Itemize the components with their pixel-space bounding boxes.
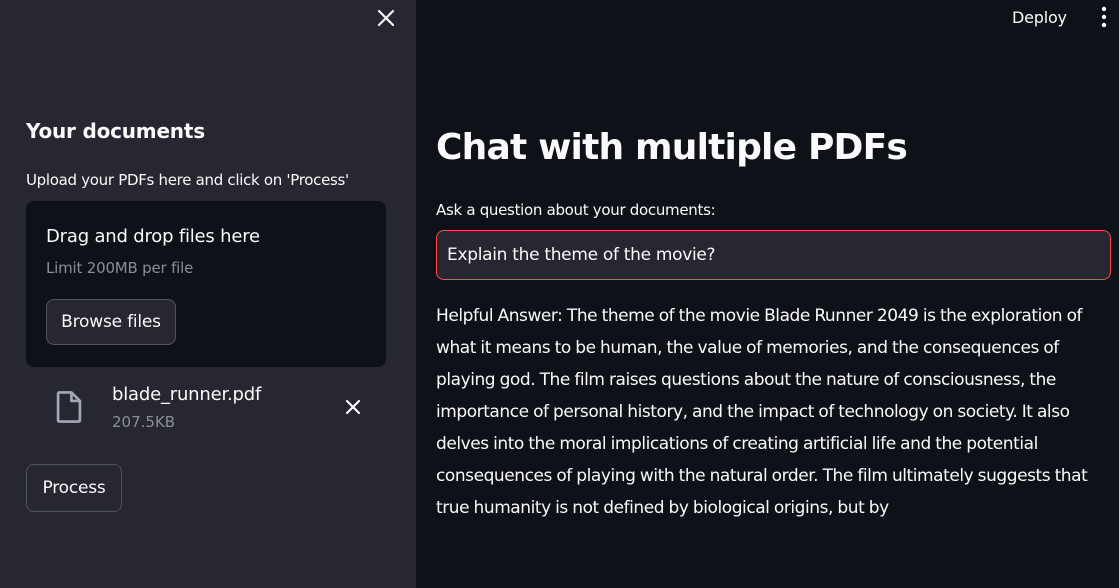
main-menu-button[interactable] [1092, 4, 1116, 30]
upload-label: Upload your PDFs here and click on 'Proc… [26, 171, 349, 189]
sidebar-title: Your documents [26, 119, 205, 143]
page-title: Chat with multiple PDFs [436, 127, 908, 168]
file-name: blade_runner.pdf [112, 384, 262, 405]
file-icon [56, 391, 82, 423]
close-sidebar-button[interactable] [374, 6, 398, 30]
dropzone-title: Drag and drop files here [46, 226, 260, 247]
uploaded-file-item: blade_runner.pdf 207.5KB [26, 378, 386, 438]
remove-file-button[interactable] [340, 394, 366, 420]
deploy-button[interactable]: Deploy [1012, 5, 1067, 29]
file-size: 207.5KB [112, 413, 176, 431]
browse-files-button[interactable]: Browse files [46, 299, 176, 345]
app-window: Your documents Upload your PDFs here and… [0, 0, 1119, 588]
file-dropzone[interactable]: Drag and drop files here Limit 200MB per… [26, 201, 386, 367]
close-icon [345, 399, 361, 415]
close-icon [377, 9, 395, 27]
sidebar: Your documents Upload your PDFs here and… [0, 0, 416, 588]
process-button[interactable]: Process [26, 464, 122, 512]
question-input[interactable] [436, 230, 1111, 280]
more-vertical-icon [1101, 6, 1107, 28]
question-label: Ask a question about your documents: [436, 201, 716, 219]
dropzone-limit: Limit 200MB per file [46, 259, 194, 277]
answer-text: Helpful Answer: The theme of the movie B… [436, 306, 1088, 518]
